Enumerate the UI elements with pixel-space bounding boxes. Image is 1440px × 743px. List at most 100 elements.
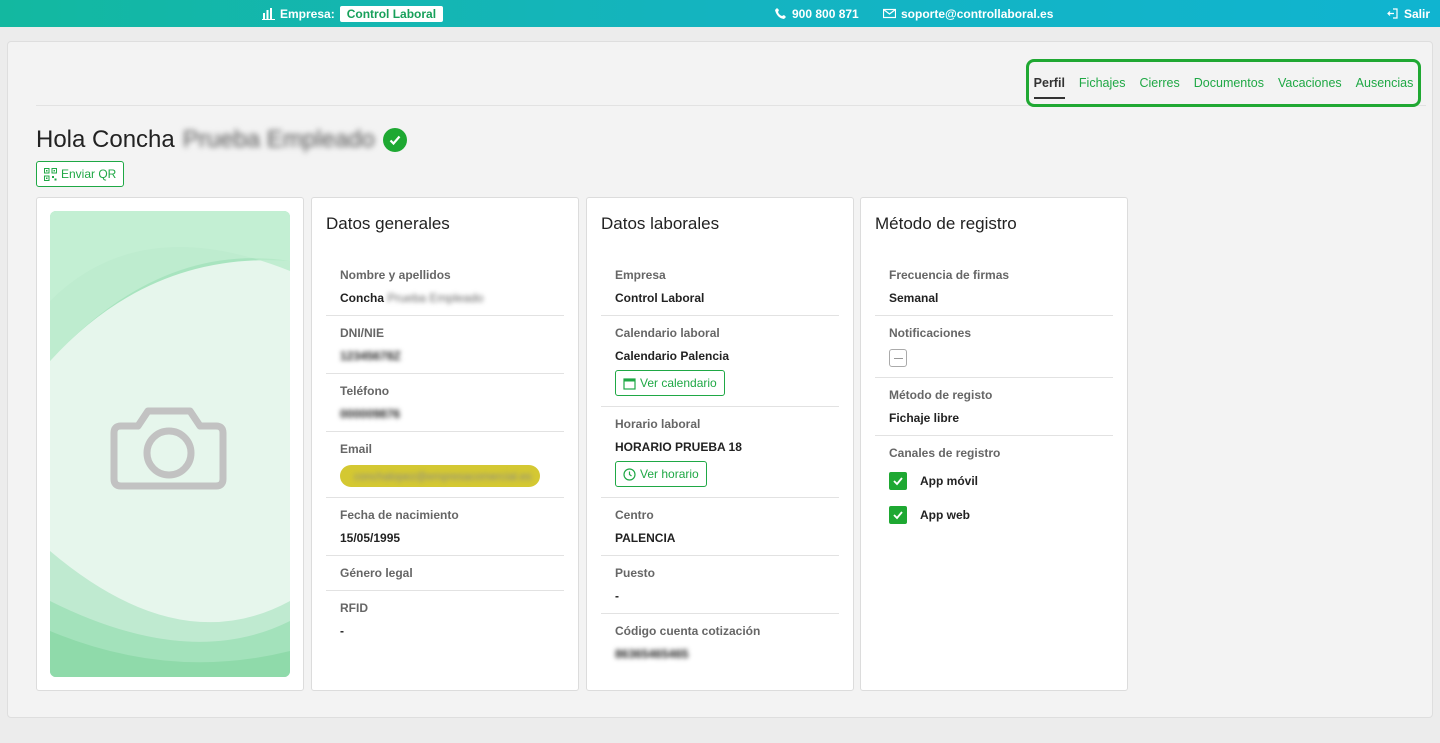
company-prefix: Empresa: — [280, 6, 335, 21]
page-title: Hola Concha Prueba Empleado — [36, 126, 407, 154]
envelope-icon — [883, 8, 896, 19]
field-value-redacted: conchalopez@empresacomercial.es — [354, 471, 532, 483]
general-data-card: Datos generales Nombre y apellidos Conch… — [311, 197, 579, 691]
first-name: Concha — [340, 291, 385, 305]
company-badge[interactable]: Control Laboral — [339, 5, 444, 22]
field-value: - — [615, 589, 619, 603]
general-data-fields: Nombre y apellidos Concha Prueba Emplead… — [326, 258, 564, 648]
phone-number: 900 800 871 — [792, 6, 859, 21]
field-label: Frecuencia de firmas — [889, 268, 1010, 282]
field-label: Método de registo — [889, 388, 993, 402]
checkmark-icon — [893, 511, 903, 520]
channel-app-web: App web — [889, 506, 1099, 524]
top-bar: Empresa: Control Laboral 900 800 871 sop… — [0, 0, 1440, 27]
tab-fichajes[interactable]: Fichajes — [1079, 72, 1126, 94]
field-value: PALENCIA — [615, 531, 676, 545]
tab-perfil[interactable]: Perfil — [1033, 72, 1066, 99]
field-value-redacted: 12345678Z — [340, 349, 401, 363]
field-center: Centro PALENCIA — [601, 498, 839, 556]
general-data-title: Datos generales — [326, 214, 450, 233]
clock-icon — [623, 467, 636, 481]
building-chart-icon — [262, 8, 275, 20]
registration-method-card: Método de registro Frecuencia de firmas … — [860, 197, 1128, 691]
field-label: Email — [340, 442, 373, 456]
registration-method-title: Método de registro — [875, 214, 1017, 233]
view-calendar-button[interactable]: Ver calendario — [615, 370, 725, 396]
field-label: Empresa — [615, 268, 666, 282]
support-email[interactable]: soporte@controllaboral.es — [883, 0, 1053, 27]
profile-tabs: Perfil Fichajes Cierres Documentos Vacac… — [1026, 59, 1421, 107]
field-channels: Canales de registro App móvil App web — [875, 436, 1113, 534]
calendar-icon — [623, 377, 636, 390]
view-schedule-button[interactable]: Ver horario — [615, 461, 707, 487]
checkmark-icon — [893, 477, 903, 486]
field-label: Nombre y apellidos — [340, 268, 451, 282]
field-value: 15/05/1995 — [340, 531, 401, 545]
greeting-redacted-name: Prueba Empleado — [182, 126, 375, 153]
field-label: Teléfono — [340, 384, 390, 398]
redacted-surname: Prueba Empleado — [387, 291, 484, 305]
field-calendar: Calendario laboral Calendario Palencia V… — [601, 316, 839, 407]
field-position: Puesto - — [601, 556, 839, 614]
channel-label: App web — [920, 508, 970, 522]
field-value: - — [340, 624, 344, 638]
verified-check-icon — [382, 128, 407, 152]
field-label: Calendario laboral — [615, 326, 720, 340]
labor-data-card: Datos laborales Empresa Control Laboral … — [586, 197, 854, 691]
app-web-checkbox[interactable] — [889, 506, 907, 524]
registration-method-fields: Frecuencia de firmas Semanal Notificacio… — [875, 258, 1113, 534]
field-dni: DNI/NIE 12345678Z — [326, 316, 564, 374]
field-email: Email conchalopez@empresacomercial.es — [326, 432, 564, 498]
labor-data-title: Datos laborales — [601, 214, 720, 233]
send-qr-label: Enviar QR — [61, 167, 117, 181]
field-value: Fichaje libre — [889, 411, 960, 425]
logout-label: Salir — [1403, 6, 1430, 21]
field-label: Horario laboral — [615, 417, 701, 431]
tab-documentos[interactable]: Documentos — [1194, 72, 1264, 94]
email-address: soporte@controllaboral.es — [901, 6, 1054, 21]
field-label: Centro — [615, 508, 654, 522]
field-label: Notificaciones — [889, 326, 972, 340]
field-label: Género legal — [340, 566, 413, 580]
send-qr-button[interactable]: Enviar QR — [36, 161, 125, 187]
field-value: Semanal — [889, 291, 939, 305]
tab-vacaciones[interactable]: Vacaciones — [1278, 72, 1342, 94]
field-birthdate: Fecha de nacimiento 15/05/1995 — [326, 498, 564, 556]
field-label: Puesto — [615, 566, 656, 580]
logout-button[interactable]: Salir — [1386, 0, 1430, 27]
field-schedule: Horario laboral HORARIO PRUEBA 18 Ver ho… — [601, 407, 839, 498]
field-label: RFID — [340, 601, 368, 615]
field-rfid: RFID - — [326, 591, 564, 648]
decorative-waves — [50, 211, 290, 677]
field-value: HORARIO PRUEBA 18 — [615, 440, 742, 454]
field-label: Código cuenta cotización — [615, 624, 761, 638]
labor-data-fields: Empresa Control Laboral Calendario labor… — [601, 258, 839, 671]
field-value: Concha Prueba Empleado — [340, 291, 550, 305]
field-phone: Teléfono 000009876 — [326, 374, 564, 432]
field-value-redacted: 000009876 — [340, 407, 401, 421]
channel-app-movil: App móvil — [889, 472, 1099, 490]
field-company: Empresa Control Laboral — [601, 258, 839, 316]
qr-code-icon — [44, 167, 57, 181]
support-phone[interactable]: 900 800 871 — [774, 0, 859, 27]
tab-cierres[interactable]: Cierres — [1139, 72, 1179, 94]
field-frequency: Frecuencia de firmas Semanal — [875, 258, 1113, 316]
field-value: Calendario Palencia — [615, 349, 730, 363]
channel-label: App móvil — [920, 474, 979, 488]
field-account-code: Código cuenta cotización 86365465465 — [601, 614, 839, 671]
profile-photo-placeholder[interactable] — [50, 211, 290, 677]
field-method: Método de registo Fichaje libre — [875, 378, 1113, 436]
app-movil-checkbox[interactable] — [889, 472, 907, 490]
profile-photo-card — [36, 197, 304, 691]
phone-icon — [775, 8, 786, 19]
view-calendar-label: Ver calendario — [640, 376, 717, 390]
field-label: Fecha de nacimiento — [340, 508, 459, 522]
notifications-checkbox[interactable] — [889, 349, 907, 367]
field-gender: Género legal — [326, 556, 564, 591]
field-notifications: Notificaciones — [875, 316, 1113, 378]
tab-ausencias[interactable]: Ausencias — [1356, 72, 1414, 94]
field-name: Nombre y apellidos Concha Prueba Emplead… — [326, 258, 564, 316]
logout-icon — [1387, 8, 1398, 19]
field-label: DNI/NIE — [340, 326, 385, 340]
field-value-redacted: 86365465465 — [615, 647, 689, 661]
